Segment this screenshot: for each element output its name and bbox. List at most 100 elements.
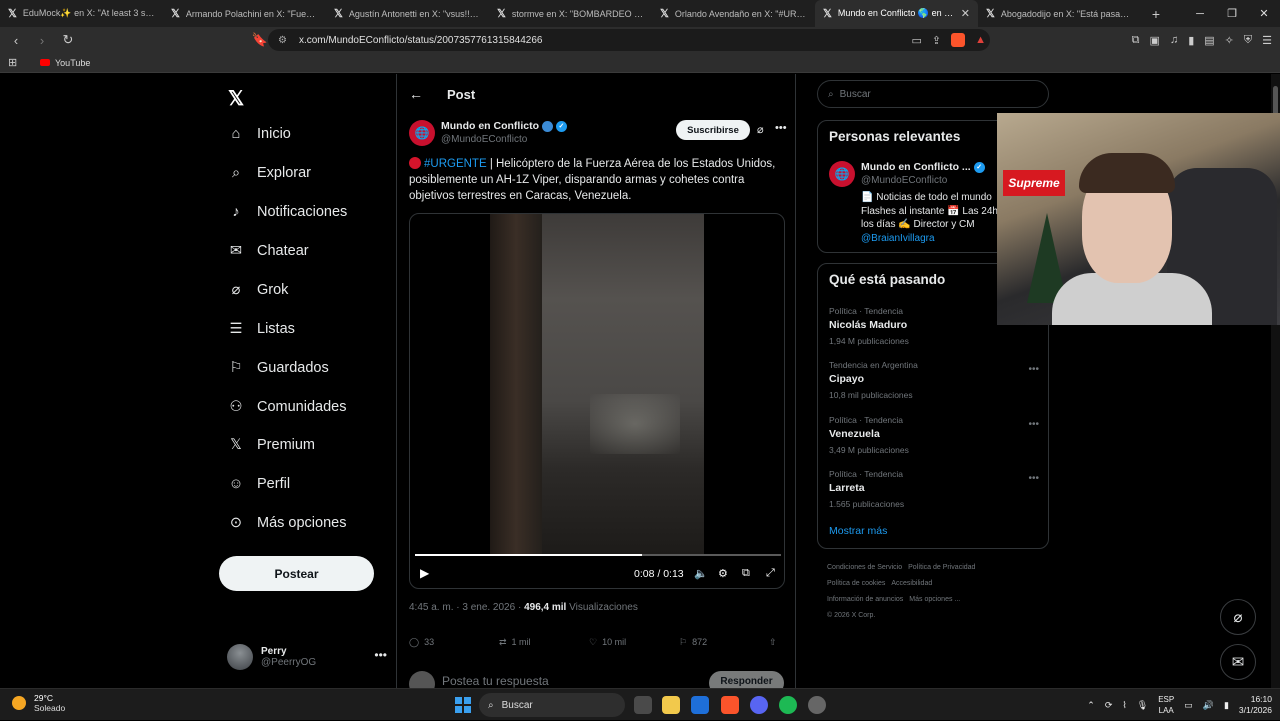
leo-icon[interactable]: ✧ (1225, 34, 1234, 47)
trend-item[interactable]: Política · Tendencia Larreta 1.565 publica… (829, 469, 1039, 509)
media-icon[interactable]: ♫ (1170, 34, 1178, 46)
author-name-row[interactable]: Mundo en Conflicto ✓ (441, 120, 567, 132)
monitor-icon[interactable]: ▭ (1184, 700, 1193, 711)
nav-item-explorar[interactable]: ⌕ Explorar (227, 158, 311, 188)
screenshot-icon[interactable]: ▣ (1150, 34, 1160, 47)
play-icon[interactable]: ▶ (420, 566, 429, 580)
video-progress-bar[interactable] (415, 554, 781, 556)
like-action[interactable]: ♡ 10 mil (589, 637, 679, 648)
trend-item[interactable]: Tendencia en Argentina Cipayo 10,8 mil pub… (829, 360, 1039, 400)
battery-icon[interactable]: ▮ (1224, 700, 1229, 711)
repost-action[interactable]: ⇄ 1 mil (499, 637, 589, 648)
wallet-icon[interactable]: ▤ (1204, 34, 1214, 47)
more-icon[interactable]: ••• (1028, 419, 1039, 430)
author-handle[interactable]: @MundoEConflicto (441, 134, 527, 145)
brave-browser-icon[interactable] (721, 696, 739, 714)
browser-tab[interactable]: 𝕏 Orlando Avendaño en X: "#URGENTE (652, 0, 815, 27)
language-indicator[interactable]: ESP LAA (1158, 694, 1174, 716)
footer-link[interactable]: Información de anuncios (827, 596, 903, 603)
new-tab-button[interactable]: + (1141, 0, 1171, 27)
more-icon[interactable]: ••• (775, 122, 787, 134)
nav-item-más-opciones[interactable]: ⊙ Más opciones (227, 508, 347, 538)
brave-shields-icon[interactable] (951, 33, 966, 47)
vpn-icon[interactable]: ⛨ (1244, 34, 1252, 47)
relevant-avatar[interactable]: 🌐 (829, 161, 855, 187)
forward-button[interactable]: › (32, 33, 52, 48)
url-bar[interactable]: ⚙ x.com/MundoEConflicto/status/200735776… (268, 29, 990, 51)
more-icon[interactable]: ••• (1028, 473, 1039, 484)
bookmark-action[interactable]: ⚐ 872 (679, 637, 769, 648)
file-explorer-icon[interactable] (662, 696, 680, 714)
mention-link[interactable]: @BraianIvillagra (861, 233, 935, 244)
relevant-name-row[interactable]: Mundo en Conflicto ... ✓ (861, 161, 985, 173)
nav-item-comunidades[interactable]: ⚇ Comunidades (227, 392, 347, 422)
more-icon[interactable]: ••• (1028, 364, 1039, 375)
nav-item-chatear[interactable]: ✉ Chatear (227, 236, 309, 266)
footer-link[interactable]: Política de cookies (827, 580, 885, 587)
extensions-icon[interactable]: ⧉ (1132, 34, 1140, 47)
apps-grid-icon[interactable]: ⊞ (8, 56, 17, 69)
browser-tab[interactable]: 𝕏 Abogadodijo en X: "Está pasando en (978, 0, 1141, 27)
reply-action[interactable]: ◯ 33 (409, 637, 499, 648)
clock[interactable]: 16:10 3/1/2026 (1239, 694, 1272, 716)
video-frame[interactable] (490, 214, 704, 554)
nav-item-guardados[interactable]: ⚐ Guardados (227, 353, 329, 383)
post-button[interactable]: Postear (219, 556, 374, 591)
grok-fab-button[interactable]: ⌀ (1220, 599, 1256, 635)
footer-link[interactable]: Política de Privacidad (908, 564, 975, 571)
video-player[interactable]: ▶ 0:08 / 0:13 🔈 ⚙ ⧉ ⤢ (409, 213, 785, 589)
volume-icon[interactable]: 🔊 (1203, 700, 1214, 711)
nav-item-premium[interactable]: 𝕏 Premium (227, 430, 315, 460)
discord-icon[interactable] (750, 696, 768, 714)
mic-icon[interactable]: 🎙 (1137, 700, 1148, 711)
taskbar-search[interactable]: ⌕ Buscar (479, 693, 625, 717)
account-switcher[interactable]: Perry @PeerryOG ••• (227, 642, 387, 672)
browser-tab[interactable]: 𝕏stormve en X: "BOMBARDEO EN CAR (489, 0, 652, 27)
author-avatar[interactable]: 🌐 (409, 120, 435, 146)
footer-link[interactable]: Condiciones de Servicio (827, 564, 902, 571)
back-arrow-icon[interactable]: ← (409, 86, 429, 102)
search-input[interactable]: ⌕ Buscar (817, 80, 1049, 108)
maximize-button[interactable]: ❐ (1216, 0, 1248, 27)
network-icon[interactable]: ⌇ (1122, 700, 1126, 711)
sidebar-toggle-icon[interactable]: ▮ (1188, 34, 1194, 47)
close-window-button[interactable]: ✕ (1248, 0, 1280, 27)
chevron-up-icon[interactable]: ⌃ (1087, 700, 1095, 711)
trend-item[interactable]: Política · Tendencia Venezuela 3,49 M publ… (829, 415, 1039, 455)
volume-icon[interactable]: 🔈 (694, 567, 708, 580)
share-icon[interactable]: ⇪ (932, 34, 941, 47)
site-info-icon[interactable]: ⚙ (278, 35, 287, 46)
reply-button[interactable]: Responder (709, 671, 784, 688)
task-view-icon[interactable] (634, 696, 652, 714)
fullscreen-icon[interactable]: ⤢ (766, 567, 775, 580)
footer-link[interactable]: Más opciones ... (909, 596, 960, 603)
bookmark-page-icon[interactable]: 🔖 (250, 32, 270, 48)
nav-item-notificaciones[interactable]: ♪ Notificaciones (227, 197, 347, 227)
minimize-button[interactable]: ─ (1184, 0, 1216, 27)
grok-icon[interactable]: ⌀ (757, 123, 764, 136)
nav-item-perfil[interactable]: ☺ Perfil (227, 469, 290, 499)
nav-item-inicio[interactable]: ⌂ Inicio (227, 119, 291, 149)
app-icon[interactable] (808, 696, 826, 714)
post-timestamp[interactable]: 4:45 a. m. · 3 ene. 2026 · (409, 602, 524, 613)
close-tab-icon[interactable]: ✕ (961, 7, 970, 20)
brave-rewards-icon[interactable]: ▲ (975, 34, 986, 46)
browser-tab[interactable]: 𝕏 EduMock✨ en X: "At least 3 spots h (0, 0, 163, 27)
browser-tab[interactable]: 𝕏 Armando Polachini en X: "Fuerte Tiu (163, 0, 326, 27)
messages-fab-button[interactable]: ✉ (1220, 644, 1256, 680)
footer-link[interactable]: © 2026 X Corp. (827, 612, 875, 619)
reply-input[interactable]: Postea tu respuesta (442, 674, 549, 688)
spotify-icon[interactable] (779, 696, 797, 714)
more-icon[interactable]: ••• (374, 648, 387, 662)
back-button[interactable]: ‹ (6, 33, 26, 48)
settings-icon[interactable]: ⚙ (718, 567, 728, 580)
pip-icon[interactable]: ⧉ (742, 567, 750, 580)
sync-icon[interactable]: ⟳ (1105, 700, 1113, 711)
weather-widget[interactable]: 29°C Soleado (12, 693, 65, 713)
browser-tab[interactable]: 𝕏 Mundo en Conflicto 🌎 en X: "🔴 ✕ (815, 0, 978, 27)
subscribe-button[interactable]: Suscribirse (676, 120, 750, 140)
menu-icon[interactable]: ☰ (1262, 34, 1272, 47)
browser-tab[interactable]: 𝕏 Agustín Antonetti en X: "vsus!! — SIG (326, 0, 489, 27)
footer-link[interactable]: Accesibilidad (891, 580, 932, 587)
hashtag-link[interactable]: #URGENTE (424, 158, 487, 170)
